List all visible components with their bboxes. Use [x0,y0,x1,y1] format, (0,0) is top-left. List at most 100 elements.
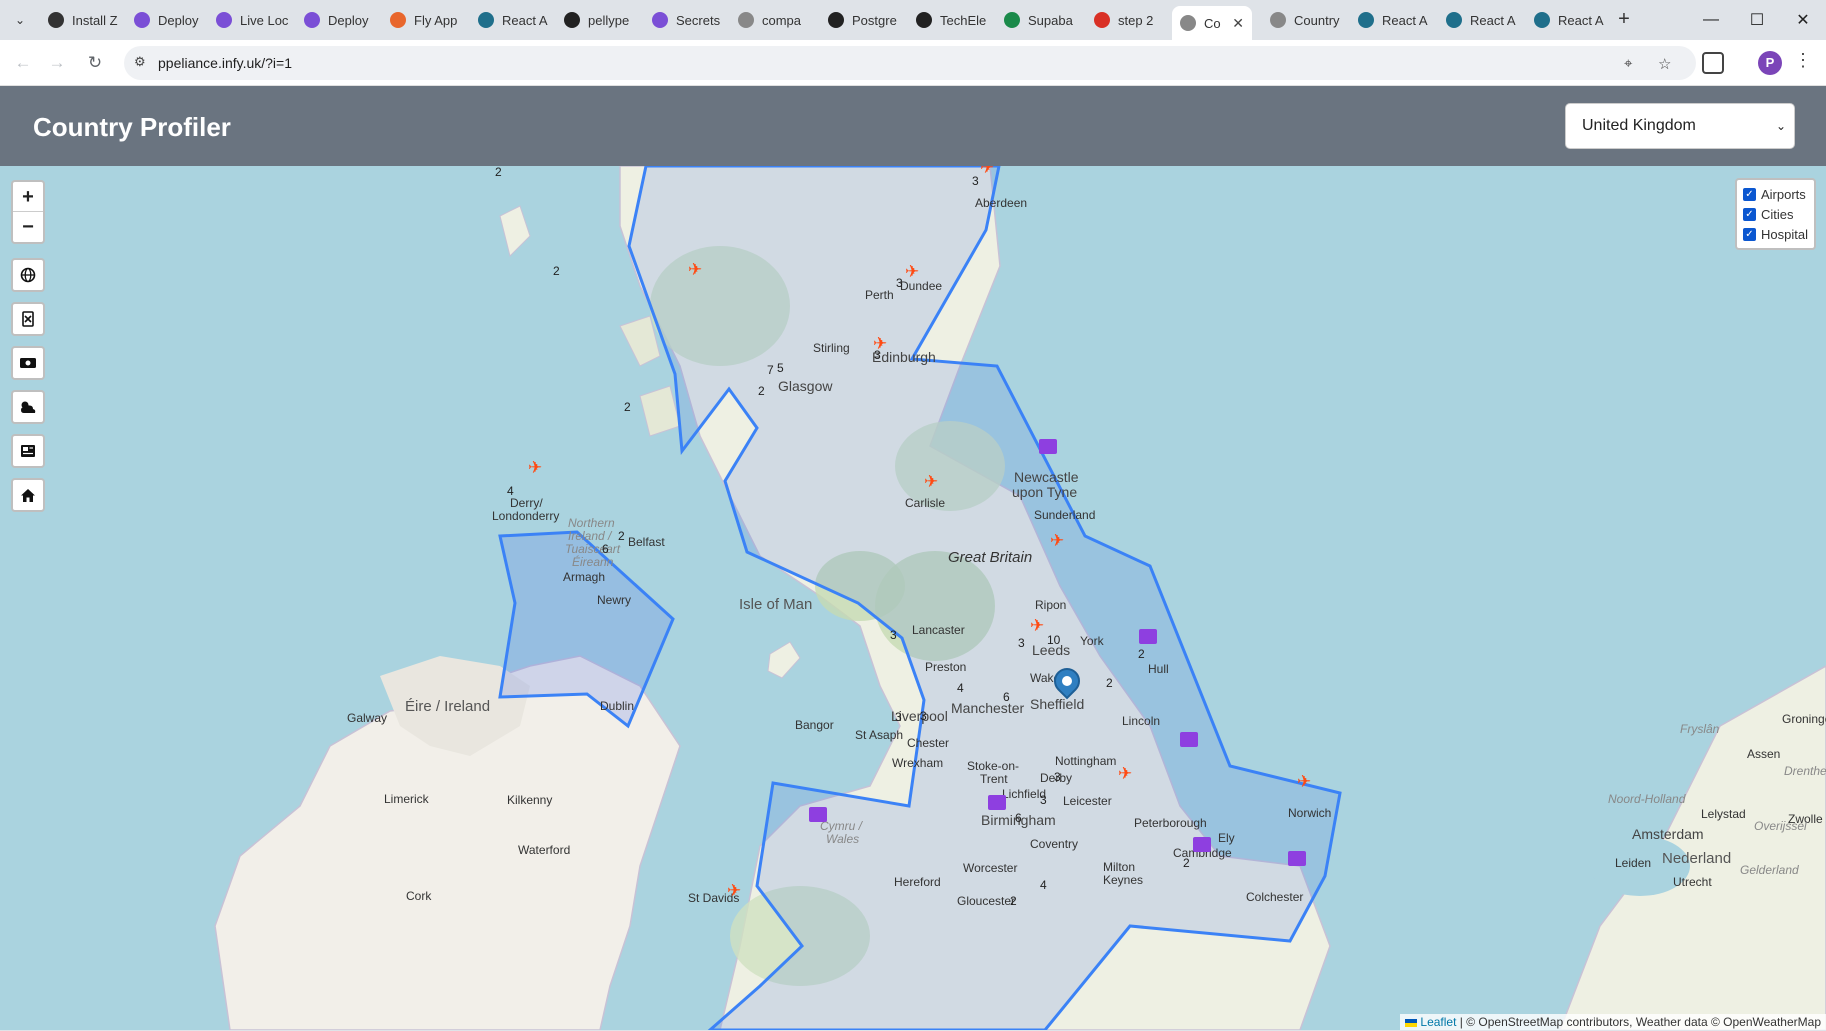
airport-plane-icon[interactable]: ✈ [1297,772,1311,792]
cluster-count[interactable]: 5 [777,361,784,375]
cluster-count[interactable]: 6 [602,542,609,556]
cluster-count[interactable]: 4 [957,681,964,695]
airport-plane-icon[interactable]: ✈ [980,166,994,178]
weather-button[interactable] [11,390,45,424]
maximize-window-icon[interactable]: ☐ [1734,6,1780,34]
back-arrow-icon[interactable]: ← [8,48,38,78]
cluster-count[interactable]: 10 [1047,633,1060,647]
browser-tab[interactable]: Fly App [382,6,462,34]
news-button[interactable] [11,434,45,468]
cluster-count[interactable]: 4 [507,484,514,498]
map-label-city: Belfast [628,535,665,549]
airport-plane-icon[interactable]: ✈ [1050,531,1064,551]
airport-plane-icon[interactable]: ✈ [1030,616,1044,636]
browser-tab[interactable]: Deploy [126,6,200,34]
cluster-count[interactable]: 6 [1015,811,1022,825]
minimize-window-icon[interactable]: — [1688,6,1734,34]
new-tab-button[interactable]: + [1612,8,1636,32]
country-select[interactable]: United Kingdom ⌄ [1565,103,1795,149]
cluster-count[interactable]: 6 [1003,690,1010,704]
cluster-count[interactable]: 2 [758,384,765,398]
layer-toggle-cities[interactable]: ✓ Cities [1743,204,1808,224]
map-label-city: Glasgow [778,378,833,394]
browser-tab[interactable]: Postgre [820,6,900,34]
browser-tab[interactable]: Country [1262,6,1344,34]
airport-plane-icon[interactable]: ✈ [924,472,938,492]
browser-tab-active[interactable]: Co ✕ [1172,6,1252,40]
cluster-count[interactable]: 2 [1010,894,1017,908]
cluster-count[interactable]: 3 [895,710,902,724]
cluster-count[interactable]: 3 [972,174,979,188]
site-info-icon[interactable]: ⚙ [134,54,152,72]
home-button[interactable] [11,478,45,512]
address-bar[interactable]: ⚙ ppeliance.infy.uk/?i=1 ⌖ ☆ [124,46,1696,80]
airport-plane-icon[interactable]: ✈ [873,334,887,354]
hospital-building-icon[interactable] [809,807,827,822]
browser-tab[interactable]: Live Loc [208,6,288,34]
layer-toggle-airports[interactable]: ✓ Airports [1743,184,1808,204]
browser-tab[interactable]: Install Z [40,6,118,34]
browser-tab[interactable]: Deploy [296,6,374,34]
cluster-count[interactable]: 2 [1106,676,1113,690]
browser-tab[interactable]: React A [1438,6,1518,34]
hospital-building-icon[interactable] [988,795,1006,810]
hospital-building-icon[interactable] [1039,439,1057,454]
cluster-count[interactable]: 3 [896,276,903,290]
extensions-puzzle-icon[interactable] [1702,52,1724,74]
checkbox-checked-icon[interactable]: ✓ [1743,207,1756,221]
browser-tab[interactable]: Secrets [644,6,722,34]
cluster-count[interactable]: 2 [495,166,502,179]
zoom-control: + − [11,180,45,244]
browser-tab[interactable]: TechEle [908,6,988,34]
cluster-count[interactable]: 2 [624,400,631,414]
airport-plane-icon[interactable]: ✈ [528,458,542,478]
leaflet-link[interactable]: Leaflet [1420,1015,1456,1029]
tab-search-chevron-icon[interactable]: ⌄ [8,8,32,32]
cluster-count[interactable]: 3 [1054,770,1061,784]
forward-arrow-icon[interactable]: → [42,48,72,78]
cluster-count[interactable]: 2 [1183,856,1190,870]
reload-icon[interactable]: ↻ [80,48,110,78]
location-pin-icon[interactable]: ⌖ [1624,55,1632,72]
browser-menu-icon[interactable]: ⋮ [1794,50,1812,71]
bookmark-star-icon[interactable]: ☆ [1658,55,1671,73]
close-window-icon[interactable]: ✕ [1780,6,1826,34]
checkbox-checked-icon[interactable]: ✓ [1743,187,1756,201]
airport-plane-icon[interactable]: ✈ [688,260,702,280]
wikipedia-button[interactable] [11,302,45,336]
cluster-count[interactable]: 3 [1018,636,1025,650]
cluster-count[interactable]: 3 [890,628,897,642]
browser-tab[interactable]: step 2 [1086,6,1166,34]
zoom-out-button[interactable]: − [13,212,43,242]
browser-tab[interactable]: React A [1350,6,1430,34]
browser-tab[interactable]: compa [730,6,812,34]
map-view[interactable]: Aberdeen Dundee Perth Stirling Edinburgh… [0,166,1826,1030]
browser-tab[interactable]: React A [1526,6,1606,34]
checkbox-checked-icon[interactable]: ✓ [1743,227,1756,241]
zoom-in-button[interactable]: + [13,182,43,212]
hospital-building-icon[interactable] [1180,732,1198,747]
hospital-building-icon[interactable] [1139,629,1157,644]
cluster-count[interactable]: 7 [767,363,774,377]
map-label-city: Leicester [1063,794,1112,808]
hospital-building-icon[interactable] [1193,837,1211,852]
browser-tab[interactable]: pellype [556,6,636,34]
cluster-count[interactable]: 3 [1040,793,1047,807]
cluster-count[interactable]: 2 [553,264,560,278]
hospital-building-icon[interactable] [1288,851,1306,866]
cluster-count[interactable]: 3 [920,709,927,723]
url-text[interactable]: ppeliance.infy.uk/?i=1 [158,55,292,71]
browser-tab[interactable]: Supaba [996,6,1078,34]
airport-plane-icon[interactable]: ✈ [905,262,919,282]
airport-plane-icon[interactable]: ✈ [727,881,741,901]
cluster-count[interactable]: 4 [1040,878,1047,892]
close-tab-icon[interactable]: ✕ [1232,15,1244,32]
cluster-count[interactable]: 2 [618,529,625,543]
profile-avatar[interactable]: P [1758,51,1782,75]
airport-plane-icon[interactable]: ✈ [1118,764,1132,784]
currency-button[interactable] [11,346,45,380]
browser-tab[interactable]: React A [470,6,548,34]
layer-toggle-hospital[interactable]: ✓ Hospital [1743,224,1808,244]
country-info-button[interactable] [11,258,45,292]
cluster-count[interactable]: 2 [1138,647,1145,661]
